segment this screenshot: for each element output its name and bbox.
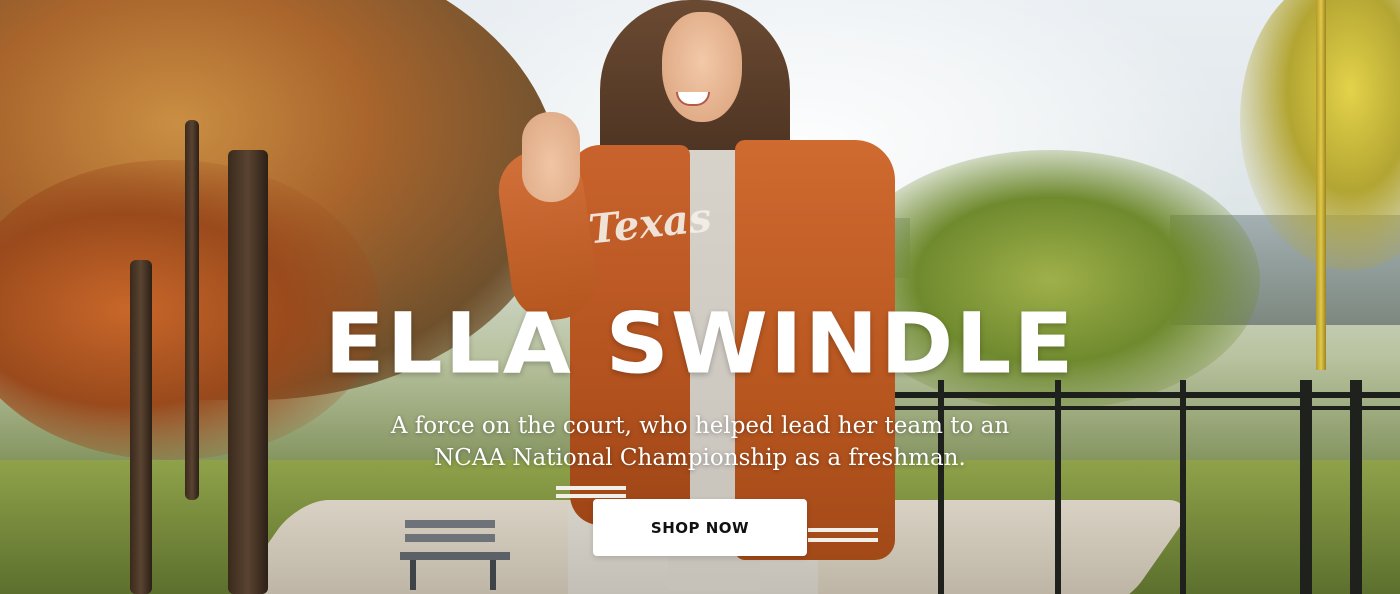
hero-banner: Texas ELLA SWINDLE A force on the court,…: [0, 0, 1400, 594]
hero-content: ELLA SWINDLE A force on the court, who h…: [0, 0, 1400, 594]
subtitle-line-2: NCAA National Championship as a freshman…: [434, 445, 966, 471]
subtitle-line-1: A force on the court, who helped lead he…: [390, 413, 1010, 439]
shop-now-button[interactable]: SHOP NOW: [593, 499, 807, 556]
hero-subtitle: A force on the court, who helped lead he…: [300, 410, 1100, 474]
hero-headline: ELLA SWINDLE: [324, 294, 1076, 393]
